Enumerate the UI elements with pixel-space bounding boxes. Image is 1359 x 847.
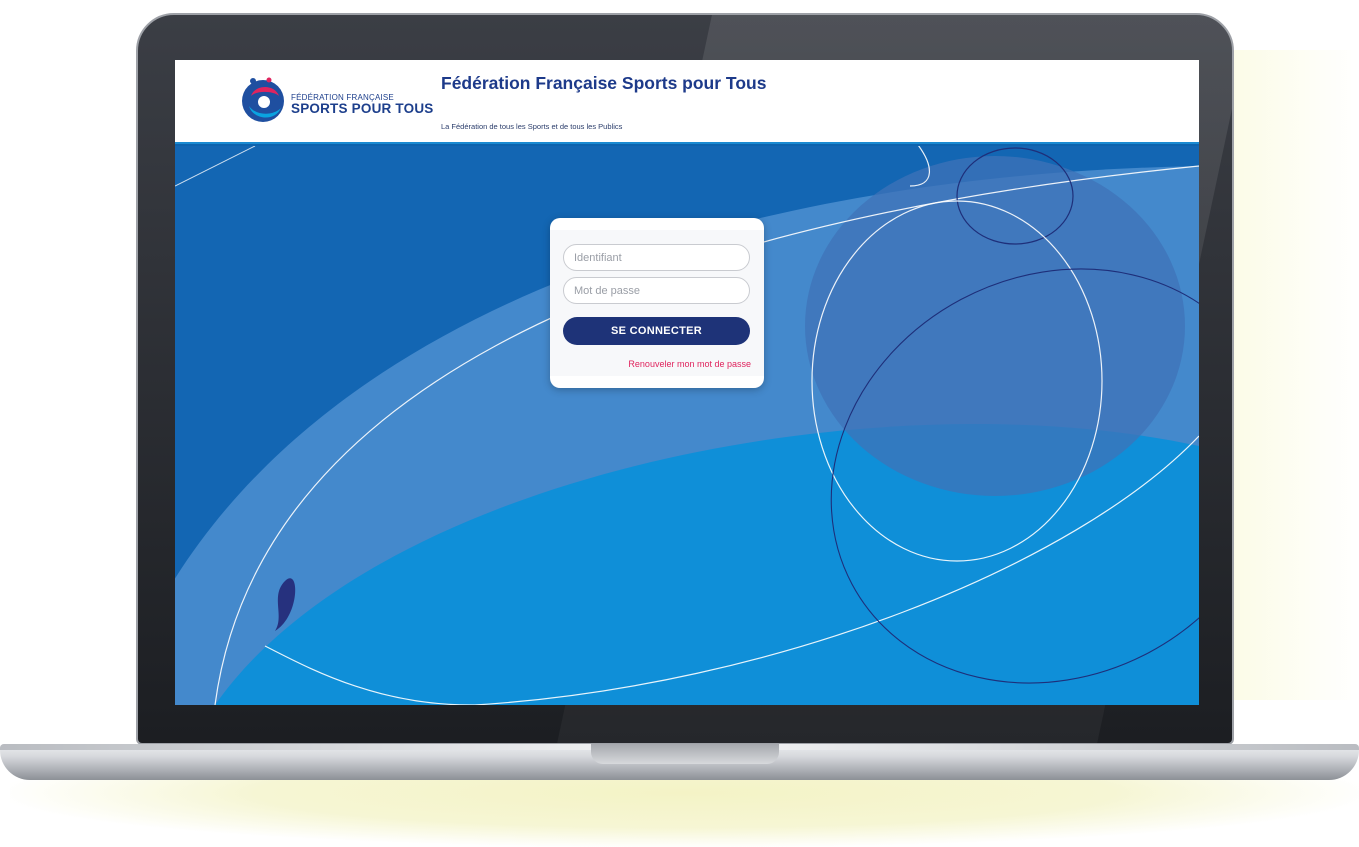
laptop-screen: FÉDÉRATION FRANÇAISE SPORTS POUR TOUS Fé… [175, 60, 1199, 705]
floor-shadow [10, 770, 1359, 847]
page-title: Fédération Française Sports pour Tous [441, 73, 767, 93]
reset-password-link[interactable]: Renouveler mon mot de passe [628, 359, 751, 369]
site-header: FÉDÉRATION FRANÇAISE SPORTS POUR TOUS Fé… [175, 60, 1199, 144]
laptop-notch [591, 744, 779, 764]
page-subtitle: La Fédération de tous les Sports et de t… [441, 122, 623, 131]
password-input[interactable] [563, 277, 750, 304]
username-input[interactable] [563, 244, 750, 271]
login-button[interactable]: SE CONNECTER [563, 317, 750, 345]
login-card: SE CONNECTER Renouveler mon mot de passe [550, 218, 764, 388]
ffspt-logo-icon [242, 77, 284, 122]
site-logo[interactable]: FÉDÉRATION FRANÇAISE SPORTS POUR TOUS [241, 76, 434, 126]
logo-text-bottom: SPORTS POUR TOUS [291, 101, 434, 116]
